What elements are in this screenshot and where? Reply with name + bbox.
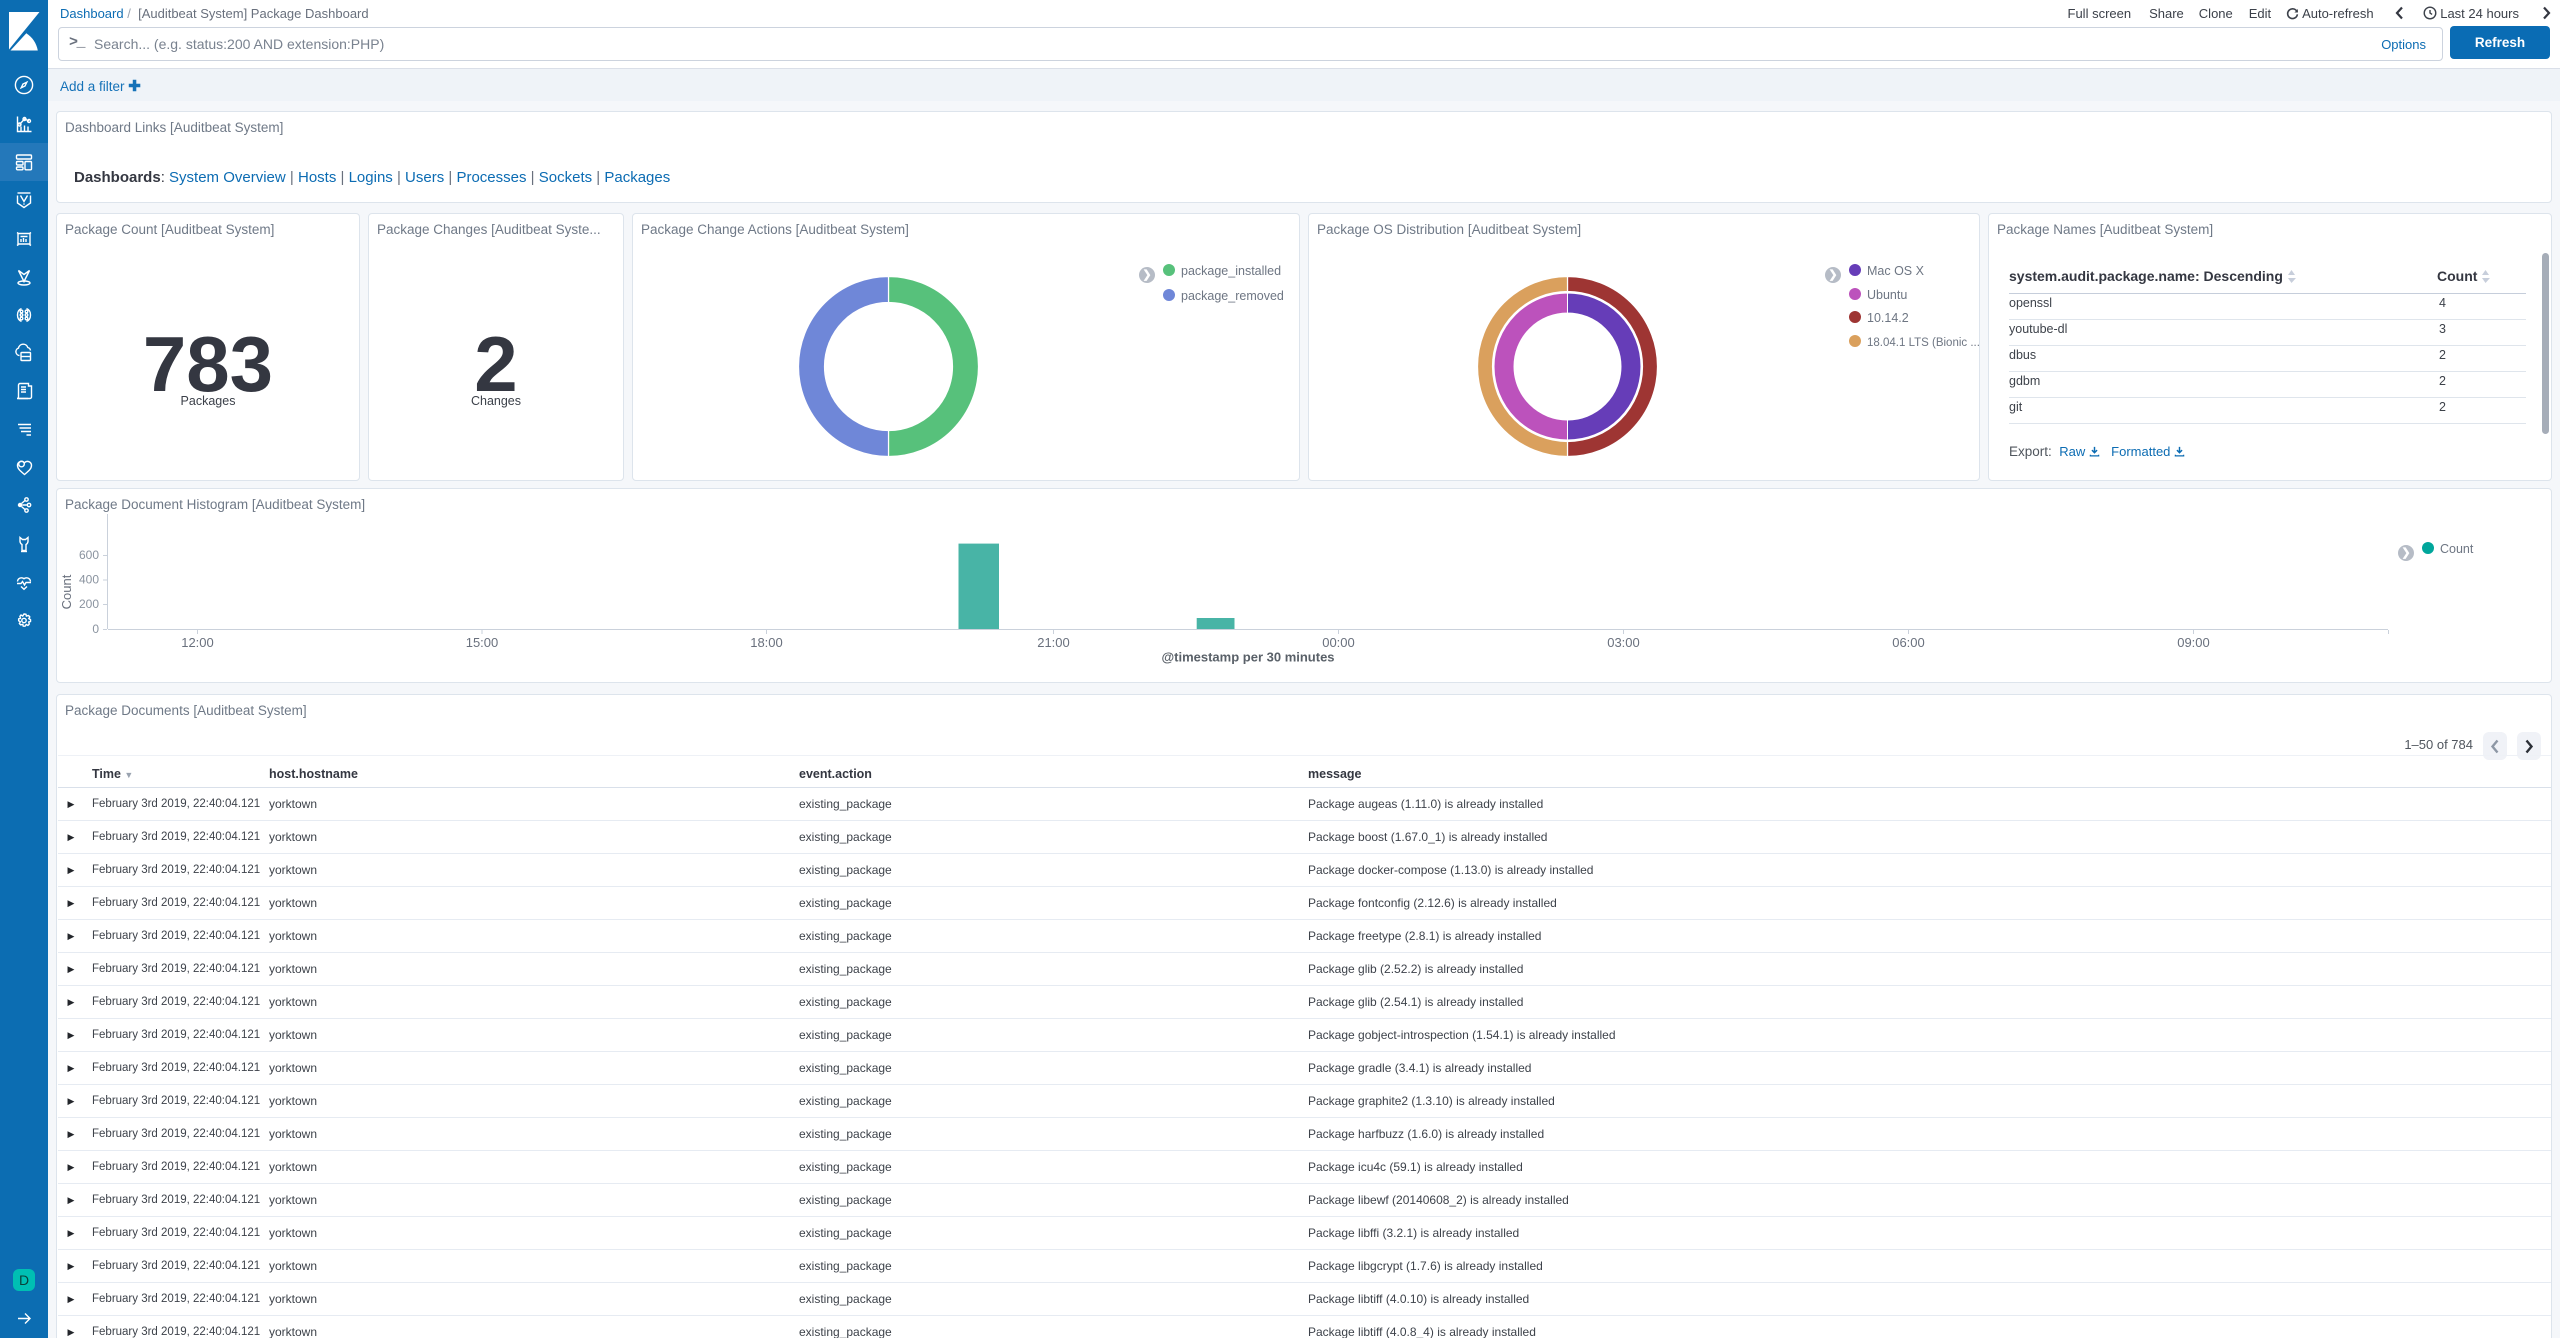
svg-text:00:00: 00:00 [1322, 635, 1355, 650]
svg-text:21:00: 21:00 [1037, 635, 1070, 650]
svg-text:0: 0 [92, 622, 99, 636]
svg-text:Count: Count [59, 574, 74, 609]
svg-text:06:00: 06:00 [1892, 635, 1925, 650]
svg-text:18:00: 18:00 [750, 635, 783, 650]
svg-text:03:00: 03:00 [1607, 635, 1640, 650]
svg-text:400: 400 [79, 573, 99, 587]
svg-text:600: 600 [79, 548, 99, 562]
svg-text:@timestamp per 30 minutes: @timestamp per 30 minutes [1161, 650, 1334, 665]
svg-text:09:00: 09:00 [2177, 635, 2210, 650]
svg-text:12:00: 12:00 [181, 635, 214, 650]
svg-text:200: 200 [79, 597, 99, 611]
svg-text:15:00: 15:00 [466, 635, 499, 650]
